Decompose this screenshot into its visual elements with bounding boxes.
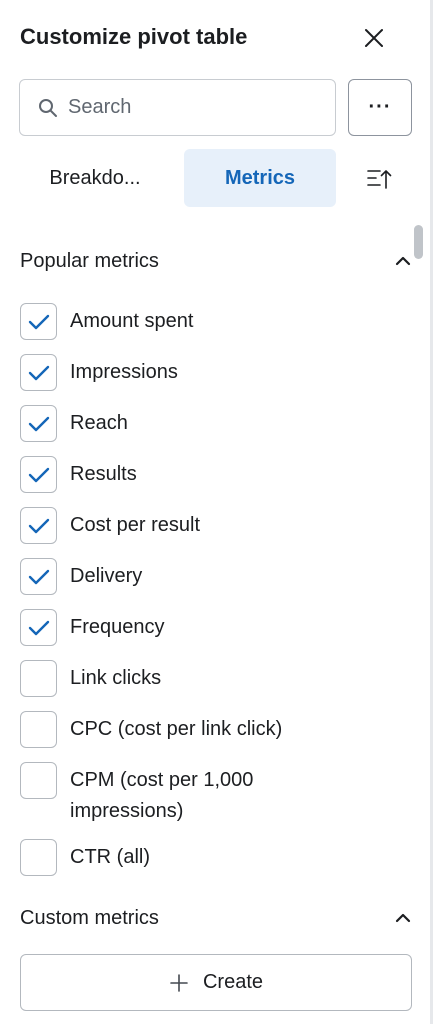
checkbox[interactable] — [20, 660, 57, 697]
metric-label: Delivery — [70, 565, 143, 587]
section-title: Custom metrics — [20, 906, 159, 929]
chevron-up-icon[interactable] — [394, 909, 412, 927]
metric-label: Results — [70, 463, 137, 485]
scrollbar-thumb[interactable] — [414, 225, 423, 259]
plus-icon — [170, 973, 188, 992]
check-icon — [28, 416, 49, 431]
metric-label: Frequency — [70, 616, 165, 638]
checkbox[interactable] — [20, 456, 57, 493]
search-icon — [39, 98, 57, 117]
metric-row-amount-spent[interactable]: Amount spent — [20, 303, 390, 340]
more-options-button[interactable]: ··· — [348, 79, 412, 136]
check-icon — [28, 620, 49, 635]
panel-title: Customize pivot table — [20, 24, 248, 49]
check-icon — [28, 467, 49, 482]
metric-label: CPM (cost per 1,000 impressions) — [70, 769, 254, 822]
checkbox[interactable] — [20, 558, 57, 595]
metric-row-results[interactable]: Results — [20, 456, 390, 493]
metric-label: Impressions — [70, 361, 178, 383]
create-custom-metric-button[interactable]: Create — [20, 954, 412, 1011]
chevron-up-icon[interactable] — [394, 252, 412, 270]
metric-row-cpm[interactable]: CPM (cost per 1,000 impressions) — [20, 762, 330, 827]
metric-row-frequency[interactable]: Frequency — [20, 609, 390, 646]
check-icon — [28, 518, 49, 533]
section-title: Popular metrics — [20, 249, 159, 272]
metric-label: Amount spent — [70, 310, 194, 332]
metric-row-ctr-all[interactable]: CTR (all) — [20, 839, 390, 876]
search-field[interactable] — [19, 79, 336, 136]
metric-label: Link clicks — [70, 667, 162, 689]
metric-row-delivery[interactable]: Delivery — [20, 558, 390, 595]
tab-breakdown[interactable]: Breakdo... — [20, 149, 170, 207]
check-icon — [28, 569, 49, 584]
metric-row-link-clicks[interactable]: Link clicks — [20, 660, 390, 697]
customize-pivot-panel: Customize pivot table ··· Breakdo... Met… — [0, 0, 433, 1024]
section-header-custom-metrics[interactable]: Custom metrics — [20, 903, 412, 933]
checkbox[interactable] — [20, 839, 57, 876]
checkbox[interactable] — [20, 762, 57, 799]
checkbox[interactable] — [20, 507, 57, 544]
close-button[interactable] — [360, 24, 388, 52]
checkbox[interactable] — [20, 303, 57, 340]
metric-label: CTR (all) — [70, 846, 150, 868]
create-button-label: Create — [202, 971, 264, 993]
metric-row-reach[interactable]: Reach — [20, 405, 390, 442]
sort-button[interactable] — [362, 164, 396, 194]
checkbox[interactable] — [20, 405, 57, 442]
sort-ascending-icon — [367, 170, 392, 189]
metric-row-impressions[interactable]: Impressions — [20, 354, 390, 391]
section-header-popular-metrics[interactable]: Popular metrics — [20, 246, 412, 276]
checkbox[interactable] — [20, 354, 57, 391]
checkbox[interactable] — [20, 609, 57, 646]
check-icon — [28, 365, 49, 380]
metric-label: Cost per result — [70, 514, 201, 536]
close-icon — [365, 29, 383, 47]
checkbox[interactable] — [20, 711, 57, 748]
metric-label: Reach — [70, 412, 128, 434]
metric-label: CPC (cost per link click) — [70, 718, 283, 740]
metric-row-cpc[interactable]: CPC (cost per link click) — [20, 711, 390, 748]
check-icon — [28, 314, 49, 329]
metric-row-cost-per-result[interactable]: Cost per result — [20, 507, 390, 544]
tab-metrics[interactable]: Metrics — [184, 149, 336, 207]
search-input[interactable] — [68, 96, 308, 119]
